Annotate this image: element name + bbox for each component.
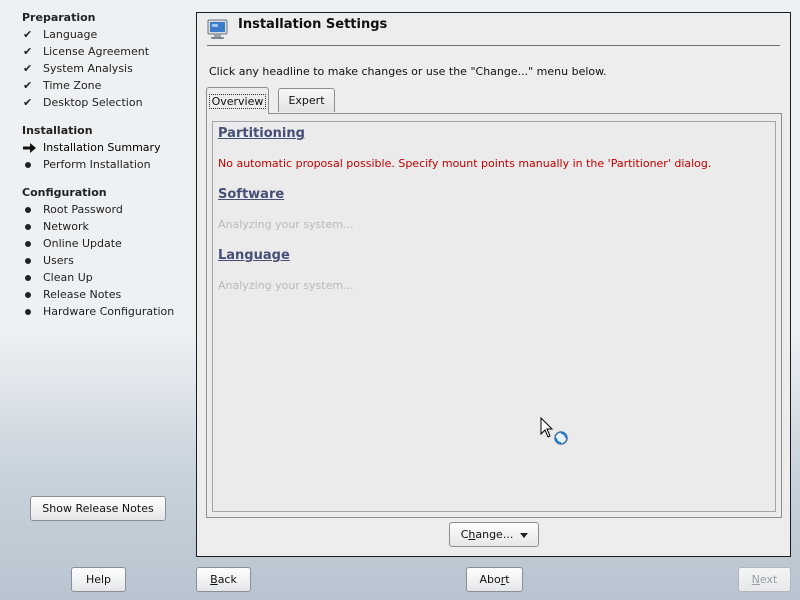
step-group-preparation: Preparation Language License Agreement S… xyxy=(22,9,149,111)
step-label: Clean Up xyxy=(43,271,93,284)
step-label: Release Notes xyxy=(43,288,122,301)
chevron-down-icon xyxy=(520,533,528,538)
abort-label: Abort xyxy=(479,573,510,586)
partitioning-error-text: No automatic proposal possible. Specify … xyxy=(218,157,712,170)
title-divider xyxy=(207,45,780,46)
bullet-icon xyxy=(23,218,37,235)
step-desktop-selection: Desktop Selection xyxy=(22,94,149,111)
step-label: Installation Summary xyxy=(43,141,161,154)
step-label: Hardware Configuration xyxy=(43,305,175,318)
step-group-configuration: Configuration Root Password Network Onli… xyxy=(22,184,174,320)
software-link[interactable]: Software xyxy=(218,187,284,202)
step-perform-installation: Perform Installation xyxy=(22,156,161,173)
tab-overview[interactable]: Overview xyxy=(206,87,269,114)
tab-label: Expert xyxy=(288,94,325,107)
tab-expert[interactable]: Expert xyxy=(278,88,335,112)
partitioning-link[interactable]: Partitioning xyxy=(218,126,305,141)
step-label: Desktop Selection xyxy=(43,96,143,109)
change-menu-button[interactable]: Change... xyxy=(449,522,539,547)
step-time-zone: Time Zone xyxy=(22,77,149,94)
step-network: Network xyxy=(22,218,174,235)
checkmark-icon xyxy=(23,77,37,94)
step-label: Users xyxy=(43,254,74,267)
steps-sidebar: Preparation Language License Agreement S… xyxy=(0,0,195,560)
checkmark-icon xyxy=(23,94,37,111)
next-label: Next xyxy=(751,573,778,586)
language-link[interactable]: Language xyxy=(218,248,290,263)
step-label: Online Update xyxy=(43,237,122,250)
back-button[interactable]: Back xyxy=(196,567,251,592)
step-root-password: Root Password xyxy=(22,201,174,218)
abort-button[interactable]: Abort xyxy=(466,567,523,592)
tab-label: Overview xyxy=(208,93,267,109)
installation-settings-panel: Installation Settings Click any headline… xyxy=(196,12,791,557)
current-step-arrow-icon xyxy=(23,139,37,156)
checkmark-icon xyxy=(23,60,37,77)
bullet-icon xyxy=(23,269,37,286)
bullet-icon xyxy=(23,252,37,269)
monitor-settings-icon xyxy=(207,18,229,40)
help-button[interactable]: Help xyxy=(71,567,126,592)
step-group-heading: Configuration xyxy=(22,186,107,199)
busy-cursor-icon xyxy=(540,416,572,452)
bullet-icon xyxy=(23,201,37,218)
step-language: Language xyxy=(22,26,149,43)
step-clean-up: Clean Up xyxy=(22,269,174,286)
software-status-text: Analyzing your system... xyxy=(218,218,354,231)
step-label: Perform Installation xyxy=(43,158,151,171)
checkmark-icon xyxy=(23,43,37,60)
next-button[interactable]: Next xyxy=(738,567,791,592)
step-label: Language xyxy=(43,28,98,41)
step-group-installation: Installation Installation Summary Perfor… xyxy=(22,122,161,173)
bullet-icon xyxy=(23,235,37,252)
bullet-icon xyxy=(23,303,37,320)
change-label: Change... xyxy=(460,528,514,541)
back-label: Back xyxy=(210,573,237,586)
step-users: Users xyxy=(22,252,174,269)
step-label: Network xyxy=(43,220,89,233)
bullet-icon xyxy=(23,286,37,303)
language-status-text: Analyzing your system... xyxy=(218,279,354,292)
step-label: License Agreement xyxy=(43,45,150,58)
step-label: Root Password xyxy=(43,203,123,216)
overview-tab-page: Partitioning No automatic proposal possi… xyxy=(206,113,782,518)
step-hardware-configuration: Hardware Configuration xyxy=(22,303,174,320)
step-release-notes: Release Notes xyxy=(22,286,174,303)
proposal-summary-view[interactable]: Partitioning No automatic proposal possi… xyxy=(212,121,776,512)
step-installation-summary: Installation Summary xyxy=(22,139,161,156)
step-system-analysis: System Analysis xyxy=(22,60,149,77)
step-label: Time Zone xyxy=(43,79,102,92)
step-label: System Analysis xyxy=(43,62,133,75)
step-online-update: Online Update xyxy=(22,235,174,252)
show-release-notes-button[interactable]: Show Release Notes xyxy=(30,496,166,521)
instruction-text: Click any headline to make changes or us… xyxy=(209,65,607,78)
page-title: Installation Settings xyxy=(238,17,388,32)
step-license-agreement: License Agreement xyxy=(22,43,149,60)
step-group-heading: Preparation xyxy=(22,11,96,24)
bullet-icon xyxy=(23,156,37,173)
step-group-heading: Installation xyxy=(22,124,93,137)
checkmark-icon xyxy=(23,26,37,43)
